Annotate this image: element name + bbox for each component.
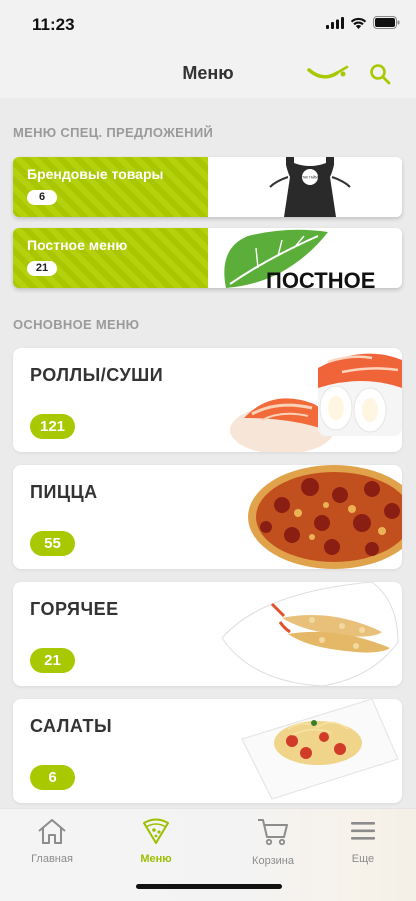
status-bar: 11:23	[0, 0, 416, 50]
nav-bar: Меню	[0, 50, 416, 98]
menu-card-title: РОЛЛЫ/СУШИ	[30, 365, 164, 385]
content-area[interactable]: МЕНЮ СПЕЦ. ПРЕДЛОЖЕНИЙ Брендовые товары …	[0, 98, 416, 808]
pizza-slice-icon	[143, 818, 169, 844]
menu-card-title: ПИЦЦА	[30, 482, 98, 502]
brand-logo-icon	[307, 65, 349, 79]
tab-label: Еще	[351, 853, 375, 865]
promo-count-badge: 6	[27, 190, 57, 205]
promo-green-panel: Брендовые товары 6	[13, 157, 208, 217]
wifi-icon	[350, 17, 367, 29]
promo-count-badge: 21	[27, 261, 57, 276]
promo-label: Постное меню	[27, 237, 128, 253]
tab-label: Главная	[31, 853, 73, 865]
lenten-image-text: ПОСТНОЕ	[266, 268, 375, 288]
tab-menu[interactable]: Меню	[116, 817, 196, 865]
search-icon[interactable]	[368, 62, 392, 86]
status-icons	[326, 16, 400, 29]
tab-more[interactable]: Еще	[323, 817, 403, 865]
tempura-shrimp-image	[222, 582, 399, 686]
sushi-image	[230, 353, 402, 452]
pizza-image	[248, 465, 402, 569]
apron-print: ТАК ТАЙМ	[302, 176, 318, 180]
hamburger-menu-icon	[351, 822, 375, 840]
promo-label: Брендовые товары	[27, 166, 164, 182]
menu-card-rolls[interactable]: РОЛЛЫ/СУШИ 121	[13, 348, 402, 452]
apron-image: ТАК ТАЙМ	[208, 157, 402, 217]
home-icon	[38, 819, 66, 844]
menu-card-salads[interactable]: САЛАТЫ 6	[13, 699, 402, 803]
menu-card-hot[interactable]: ГОРЯЧЕЕ 21	[13, 582, 402, 686]
menu-card-count: 21	[30, 648, 75, 673]
promo-green-panel: Постное меню 21	[13, 228, 208, 288]
lenten-leaf-image: ПОСТНОЕ	[208, 228, 402, 288]
menu-card-count: 121	[30, 414, 75, 439]
menu-card-pizza[interactable]: ПИЦЦА 55	[13, 465, 402, 569]
main-menu-heading: ОСНОВНОЕ МЕНЮ	[13, 317, 140, 332]
signal-icon	[326, 16, 344, 29]
menu-card-count: 55	[30, 531, 75, 556]
tab-label: Корзина	[252, 855, 294, 867]
menu-card-title: ГОРЯЧЕЕ	[30, 599, 119, 619]
tab-home[interactable]: Главная	[12, 817, 92, 865]
tab-label: Меню	[140, 853, 172, 865]
page-title: Меню	[182, 63, 234, 83]
salad-image	[241, 699, 399, 800]
home-indicator[interactable]	[136, 884, 282, 889]
promo-lenten-menu[interactable]: Постное меню 21 ПОСТНОЕ	[13, 228, 402, 288]
menu-card-title: САЛАТЫ	[30, 716, 113, 736]
tab-cart[interactable]: Корзина	[233, 817, 313, 867]
battery-icon	[373, 16, 400, 29]
special-offers-heading: МЕНЮ СПЕЦ. ПРЕДЛОЖЕНИЙ	[13, 125, 214, 140]
menu-card-count: 6	[30, 765, 75, 790]
promo-branded-goods[interactable]: Брендовые товары 6 ТАК ТАЙМ	[13, 157, 402, 217]
status-time: 11:23	[32, 15, 75, 34]
cart-icon	[258, 819, 288, 846]
